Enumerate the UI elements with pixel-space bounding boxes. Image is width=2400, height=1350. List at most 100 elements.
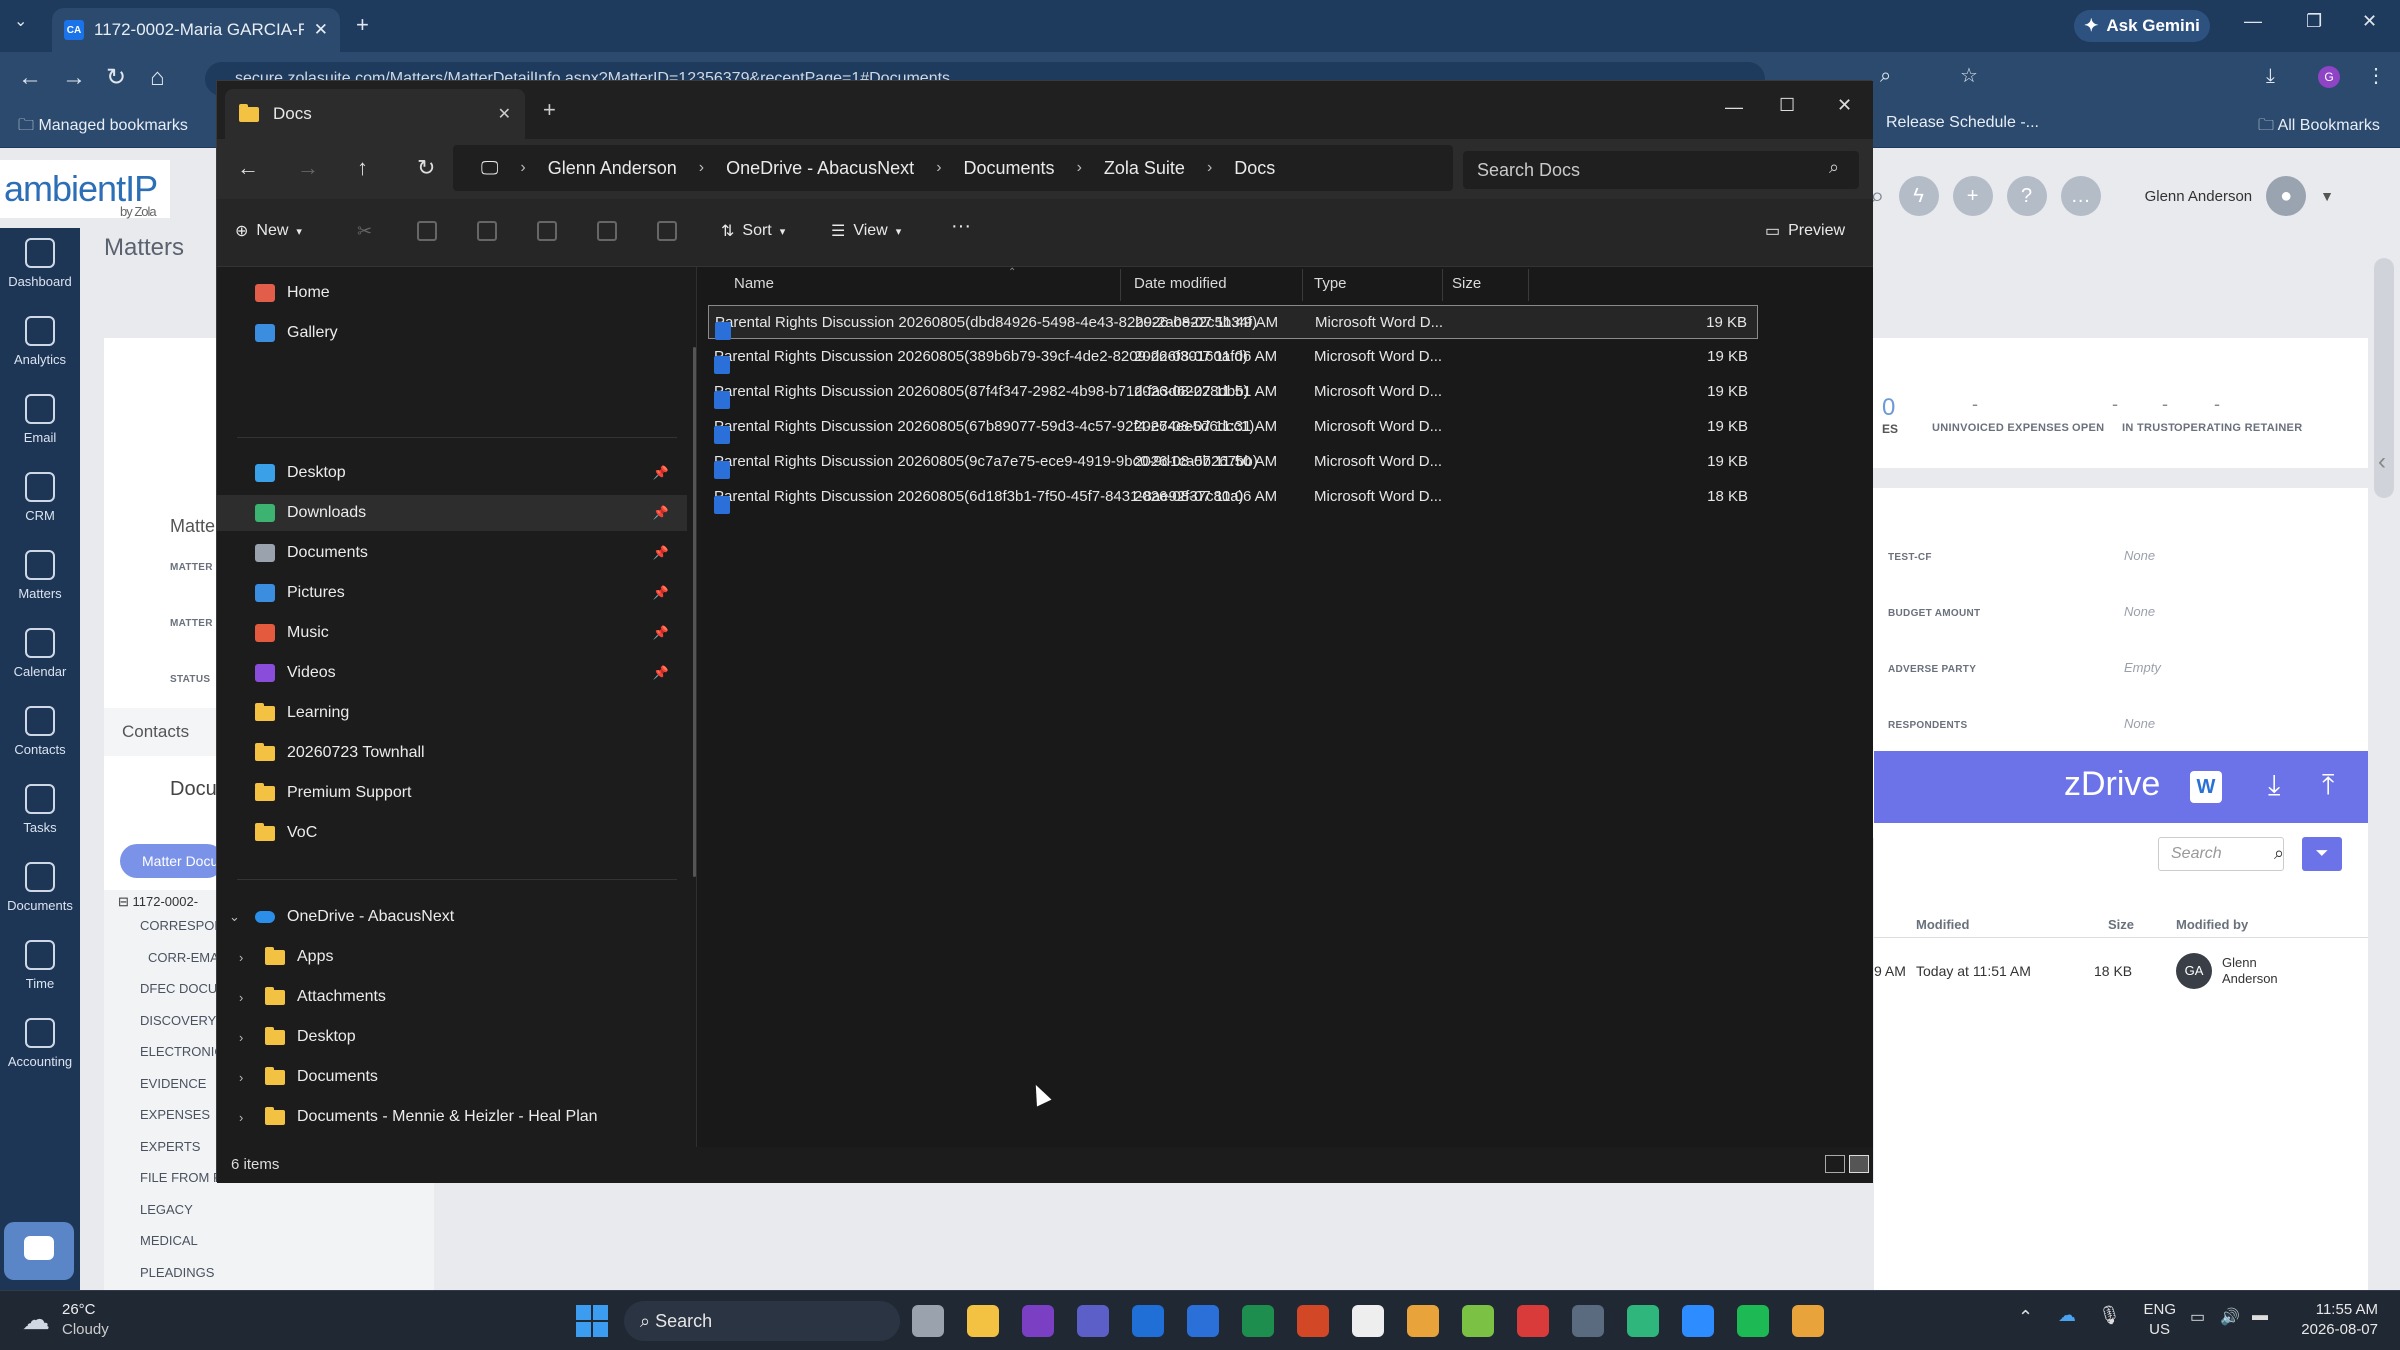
home-icon[interactable]: ⌂ <box>150 66 165 90</box>
close-tab-icon[interactable]: ✕ <box>498 104 511 124</box>
bolt-icon[interactable]: ϟ <box>1898 176 1939 216</box>
acrobat-icon[interactable] <box>1517 1305 1549 1337</box>
new-tab-icon[interactable]: + <box>543 97 556 123</box>
file-row[interactable]: Parental Rights Discussion 20260805(6d18… <box>708 480 1758 514</box>
crumb-zola-suite[interactable]: Zola Suite <box>1104 158 1185 179</box>
zdrive-row[interactable]: 9 AM Today at 11:51 AM 18 KB GA Glenn An… <box>1874 943 2358 999</box>
chrome-2-icon[interactable] <box>1792 1305 1824 1337</box>
excel-icon[interactable] <box>1242 1305 1274 1337</box>
managed-bookmarks[interactable]: 🗀 Managed bookmarks <box>18 114 188 141</box>
pin-icon[interactable]: 📌 <box>653 465 669 481</box>
clock-date[interactable]: 2026-08-07 <box>2282 1321 2378 1338</box>
crumb-docs[interactable]: Docs <box>1234 158 1275 179</box>
tree-item[interactable]: EVIDENCE <box>140 1076 206 1091</box>
help-icon[interactable]: ? <box>2006 176 2047 216</box>
nav-voc[interactable]: VoC <box>217 815 687 851</box>
nav-downloads[interactable]: Downloads 📌 <box>217 495 687 531</box>
column-divider[interactable] <box>1528 269 1529 301</box>
powerpoint-icon[interactable] <box>1297 1305 1329 1337</box>
tree-item[interactable]: DFEC DOCU <box>140 981 217 996</box>
nav-accounting[interactable]: Accounting <box>0 1018 80 1069</box>
nav-dashboard[interactable]: Dashboard <box>0 238 80 289</box>
chat-icon[interactable]: … <box>2060 176 2101 216</box>
download-icon[interactable]: ⤓ <box>2268 769 2280 802</box>
nav-20260723-townhall[interactable]: 20260723 Townhall <box>217 735 687 771</box>
search-icon[interactable]: ⌕ <box>1829 157 1839 178</box>
file-row[interactable]: Parental Rights Discussion 20260805(87f4… <box>708 375 1758 409</box>
nav-od-item[interactable]: › Documents <box>217 1059 687 1095</box>
tree-root[interactable]: ⊟ 1172-0002- <box>118 894 198 910</box>
bookmark-star-icon[interactable]: ☆ <box>1960 66 1978 86</box>
nav-premium-support[interactable]: Premium Support <box>217 775 687 811</box>
nav-gallery[interactable]: Gallery <box>217 315 687 351</box>
file-row[interactable]: Parental Rights Discussion 20260805(389b… <box>708 340 1758 374</box>
column-size[interactable]: Size <box>1452 275 1481 292</box>
upload-icon[interactable]: ⤒ <box>2322 769 2334 802</box>
delete-icon[interactable] <box>657 221 677 241</box>
col-modified-by[interactable]: Modified by <box>2176 917 2248 932</box>
nav-matters[interactable]: Matters <box>0 550 80 601</box>
back-icon[interactable]: ← <box>237 155 259 181</box>
close-icon[interactable]: ✕ <box>1837 95 1852 116</box>
explorer-tab[interactable]: Docs ✕ <box>225 89 525 139</box>
search-icon[interactable]: ⌕ <box>2274 843 2284 864</box>
nav-scrollbar[interactable] <box>693 347 696 877</box>
tree-item[interactable]: LEGACY <box>140 1202 193 1217</box>
lang1[interactable]: ENG <box>2136 1301 2176 1318</box>
restore-icon[interactable]: ❐ <box>2306 12 2322 30</box>
calculator-icon[interactable] <box>1572 1305 1604 1337</box>
nav-od-item[interactable]: › Apps <box>217 939 687 975</box>
nav-onedrive[interactable]: ⌄ OneDrive - AbacusNext <box>217 899 687 935</box>
crumb-onedrive[interactable]: OneDrive - AbacusNext <box>726 158 914 179</box>
forward-icon[interactable]: → <box>62 66 86 90</box>
pin-icon[interactable]: 📌 <box>653 505 669 521</box>
weather-desc[interactable]: Cloudy <box>62 1321 109 1338</box>
zoom-icon[interactable] <box>1682 1305 1714 1337</box>
chevron-right-icon[interactable]: › <box>936 159 941 177</box>
column-date[interactable]: Date modified <box>1134 275 1227 292</box>
new-button[interactable]: ⊕ New ▾ <box>235 221 302 241</box>
filter-icon[interactable]: ⏷ <box>2302 837 2342 871</box>
tree-item[interactable]: CORR-EMA <box>148 950 219 965</box>
nav-documents[interactable]: Documents 📌 <box>217 535 687 571</box>
share-icon[interactable] <box>597 221 617 241</box>
chevron-right-icon[interactable]: › <box>239 990 243 1005</box>
spotify-icon[interactable] <box>1737 1305 1769 1337</box>
file-row[interactable]: Parental Rights Discussion 20260805(9c7a… <box>708 445 1758 479</box>
nav-calendar[interactable]: Calendar <box>0 628 80 679</box>
column-divider[interactable] <box>1302 269 1303 301</box>
chrome-icon[interactable] <box>1407 1305 1439 1337</box>
minimize-icon[interactable]: — <box>1725 97 1743 118</box>
cut-icon[interactable]: ✂ <box>357 221 377 241</box>
word-icon[interactable]: W <box>2190 771 2222 803</box>
all-bookmarks[interactable]: 🗀 All Bookmarks <box>2258 114 2380 141</box>
app-logo[interactable]: ambientIP by Zola <box>0 160 170 219</box>
pin-icon[interactable]: 📌 <box>653 625 669 641</box>
close-icon[interactable]: ✕ <box>2362 12 2377 30</box>
chevron-right-icon[interactable]: › <box>1077 159 1082 177</box>
nav-analytics[interactable]: Analytics <box>0 316 80 367</box>
tab-contacts[interactable]: Contacts <box>122 722 189 742</box>
lang2[interactable]: US <box>2136 1321 2170 1338</box>
profile-avatar[interactable]: G <box>2318 66 2340 88</box>
tree-item[interactable]: EXPERTS <box>140 1139 200 1154</box>
crumb-glenn-anderson[interactable]: Glenn Anderson <box>548 158 677 179</box>
notepad-icon[interactable] <box>1462 1305 1494 1337</box>
column-name[interactable]: Name <box>734 275 774 292</box>
new-tab-icon[interactable]: + <box>356 14 369 36</box>
menu-icon[interactable]: ⋮ <box>2366 66 2386 86</box>
matter-docs-button[interactable]: Matter Docu <box>120 844 224 878</box>
release-schedule-bookmark[interactable]: Release Schedule -... <box>1886 114 2039 132</box>
nav-music[interactable]: Music 📌 <box>217 615 687 651</box>
pin-icon[interactable]: 📌 <box>653 545 669 561</box>
chevron-right-icon[interactable]: › <box>699 159 704 177</box>
network-icon[interactable]: ▭ <box>2190 1307 2205 1327</box>
view-button[interactable]: ☰ View ▾ <box>831 221 901 241</box>
zdrive-search-input[interactable]: Search <box>2158 837 2284 871</box>
minimize-icon[interactable]: — <box>2244 12 2262 30</box>
refresh-icon[interactable]: ↻ <box>417 155 435 181</box>
up-icon[interactable]: ↑ <box>357 155 368 181</box>
weather-icon[interactable]: ☁ <box>22 1303 50 1336</box>
nav-od-item[interactable]: › Desktop <box>217 1019 687 1055</box>
tree-item[interactable]: DISCOVERY <box>140 1013 216 1028</box>
